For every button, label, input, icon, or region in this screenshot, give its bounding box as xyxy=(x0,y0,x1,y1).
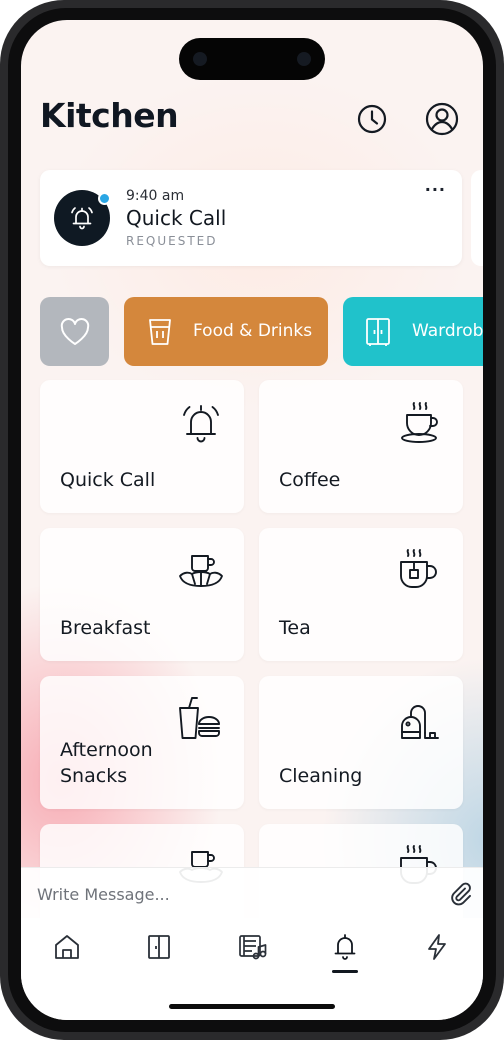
user-circle-icon[interactable] xyxy=(425,102,459,136)
tab-rooms[interactable] xyxy=(144,932,174,962)
home-icon xyxy=(55,935,79,959)
tile-label: Coffee xyxy=(279,469,341,491)
tab-home[interactable] xyxy=(52,932,82,962)
message-bar xyxy=(21,867,483,920)
lightning-icon xyxy=(428,934,446,960)
request-card[interactable]: 9:40 am Quick Call REQUESTED ··· xyxy=(40,170,462,266)
dynamic-island xyxy=(179,38,325,80)
tile-label: Afternoon Snacks xyxy=(60,737,153,789)
service-tile-quick-call[interactable]: Quick Call xyxy=(40,380,244,513)
media-icon xyxy=(239,935,267,960)
snacks-icon xyxy=(179,697,220,739)
more-options-button[interactable]: ··· xyxy=(425,180,446,199)
category-food-drinks[interactable]: Food & Drinks xyxy=(124,297,328,366)
app-screen: Kitchen 9:40 am Quick Call REQUESTED ···… xyxy=(21,20,483,1020)
alarm-bell-icon xyxy=(183,405,219,443)
service-tile-tea[interactable]: Tea xyxy=(259,528,463,661)
category-label: Wardrob xyxy=(412,321,483,341)
tea-cup-icon xyxy=(400,549,437,588)
wardrobe-icon xyxy=(366,318,390,346)
paperclip-icon[interactable] xyxy=(447,880,473,906)
clock-icon[interactable] xyxy=(355,102,389,136)
tile-label-line2: Snacks xyxy=(60,765,128,787)
request-card-next[interactable] xyxy=(471,170,483,266)
tile-label: Cleaning xyxy=(279,765,363,787)
alarm-bell-icon xyxy=(71,207,93,230)
tab-notifications[interactable] xyxy=(330,932,360,962)
tile-label: Quick Call xyxy=(60,469,156,491)
door-icon xyxy=(148,935,170,959)
tile-label: Tea xyxy=(279,617,311,639)
service-tile-coffee[interactable]: Coffee xyxy=(259,380,463,513)
message-input[interactable] xyxy=(35,868,429,920)
service-tile-breakfast[interactable]: Breakfast xyxy=(40,528,244,661)
cup-icon xyxy=(149,319,171,345)
heart-icon xyxy=(60,318,90,345)
tile-label: Breakfast xyxy=(60,617,151,639)
tile-label-line1: Afternoon xyxy=(60,739,153,761)
bell-icon xyxy=(334,934,356,960)
phone-frame: Kitchen 9:40 am Quick Call REQUESTED ···… xyxy=(0,0,504,1040)
home-indicator[interactable] xyxy=(169,1004,335,1009)
page-title: Kitchen xyxy=(40,96,179,135)
request-status: REQUESTED xyxy=(126,234,218,248)
tab-quick-actions[interactable] xyxy=(422,932,452,962)
coffee-cup-icon xyxy=(401,402,438,443)
service-tile-afternoon-snacks[interactable]: Afternoon Snacks xyxy=(40,676,244,809)
vacuum-icon xyxy=(401,705,439,739)
request-time: 9:40 am xyxy=(126,188,185,204)
category-label: Food & Drinks xyxy=(193,321,313,341)
active-tab-indicator xyxy=(332,970,358,973)
camera-dot xyxy=(297,52,311,66)
service-tile-cleaning[interactable]: Cleaning xyxy=(259,676,463,809)
breakfast-icon xyxy=(179,555,223,587)
tab-bar xyxy=(21,918,483,1020)
category-wardrobe[interactable]: Wardrob xyxy=(343,297,483,366)
tab-media[interactable] xyxy=(237,932,267,962)
request-name: Quick Call xyxy=(126,206,227,230)
status-indicator-dot xyxy=(98,192,111,205)
sensor-dot xyxy=(193,52,207,66)
category-favorites[interactable] xyxy=(40,297,109,366)
